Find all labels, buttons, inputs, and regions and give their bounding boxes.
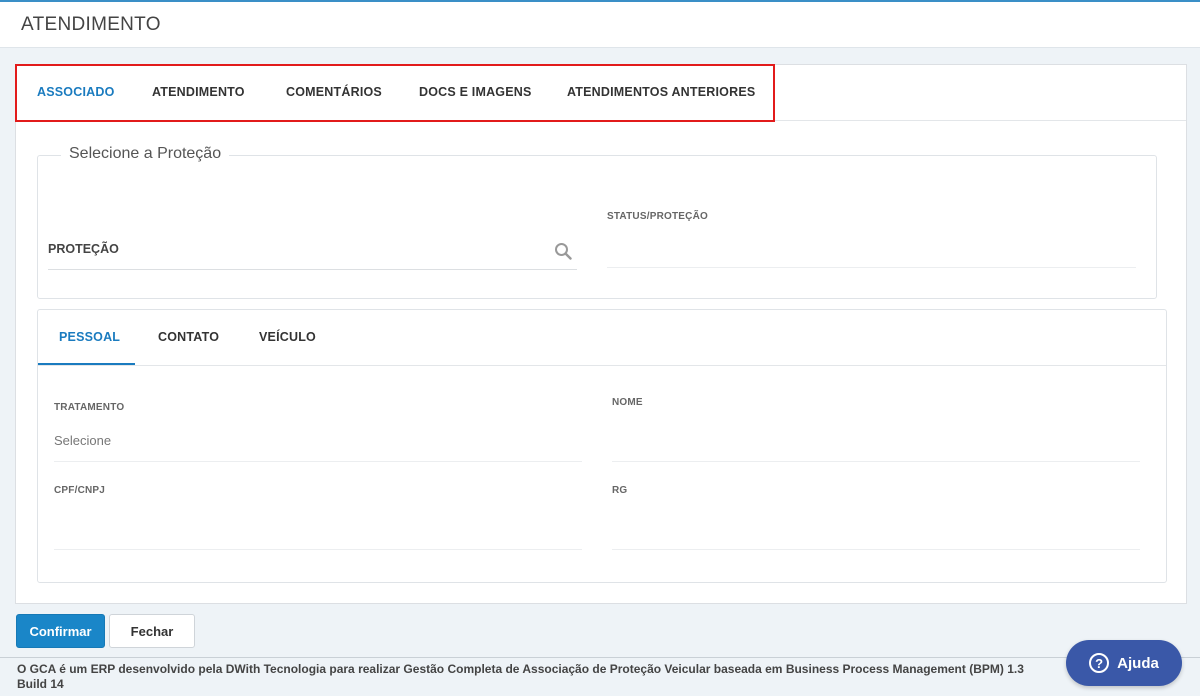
tab-atendimento[interactable]: ATENDIMENTO bbox=[152, 85, 245, 99]
nome-label: NOME bbox=[612, 397, 643, 408]
cpf-cnpj-input[interactable] bbox=[54, 549, 582, 550]
tab-docs-e-imagens[interactable]: DOCS E IMAGENS bbox=[419, 85, 532, 99]
page-header: ATENDIMENTO bbox=[0, 0, 1200, 48]
question-circle-icon: ? bbox=[1089, 653, 1110, 673]
protection-fieldset: Selecione a Proteção PROTEÇÃO STATUS/PRO… bbox=[37, 145, 1157, 299]
personal-subpanel: PESSOAL CONTATO VEÍCULO TRATAMENTO Selec… bbox=[37, 309, 1167, 583]
rg-input[interactable] bbox=[612, 549, 1140, 550]
tratamento-select[interactable]: Selecione bbox=[54, 433, 111, 448]
subtab-veiculo[interactable]: VEÍCULO bbox=[259, 330, 316, 344]
tab-atendimentos-anteriores[interactable]: ATENDIMENTOS ANTERIORES bbox=[567, 85, 755, 99]
main-tabs: ASSOCIADO ATENDIMENTO COMENTÁRIOS DOCS E… bbox=[15, 64, 1186, 122]
main-panel: ASSOCIADO ATENDIMENTO COMENTÁRIOS DOCS E… bbox=[15, 64, 1187, 604]
protecao-label: PROTEÇÃO bbox=[48, 242, 119, 256]
footer-divider bbox=[0, 657, 1200, 658]
footer-line-1: O GCA é um ERP desenvolvido pela DWith T… bbox=[17, 662, 1024, 676]
confirm-button[interactable]: Confirmar bbox=[16, 614, 105, 648]
page-title: ATENDIMENTO bbox=[21, 14, 161, 35]
sub-tabs: PESSOAL CONTATO VEÍCULO bbox=[38, 310, 1166, 366]
status-protecao-field bbox=[607, 267, 1136, 268]
search-icon[interactable] bbox=[554, 242, 572, 260]
protection-legend: Selecione a Proteção bbox=[61, 145, 230, 163]
tab-associado[interactable]: ASSOCIADO bbox=[37, 85, 115, 99]
footer-line-2: Build 14 bbox=[17, 677, 64, 691]
nome-input[interactable] bbox=[612, 461, 1140, 462]
help-label: Ajuda bbox=[1117, 654, 1159, 672]
tratamento-label: TRATAMENTO bbox=[54, 402, 125, 413]
tratamento-underline bbox=[54, 461, 582, 462]
cpf-cnpj-label: CPF/CNPJ bbox=[54, 485, 106, 496]
protecao-input[interactable] bbox=[48, 269, 577, 270]
subtab-contato[interactable]: CONTATO bbox=[158, 330, 219, 344]
footer-text: O GCA é um ERP desenvolvido pela DWith T… bbox=[17, 662, 1077, 692]
rg-label: RG bbox=[612, 485, 628, 496]
status-protecao-label: STATUS/PROTEÇÃO bbox=[607, 211, 708, 222]
tab-comentarios[interactable]: COMENTÁRIOS bbox=[286, 85, 382, 99]
close-button[interactable]: Fechar bbox=[109, 614, 195, 648]
active-subtab-indicator bbox=[38, 363, 135, 365]
subtab-pessoal[interactable]: PESSOAL bbox=[59, 330, 120, 344]
help-button[interactable]: ? Ajuda bbox=[1066, 640, 1182, 686]
